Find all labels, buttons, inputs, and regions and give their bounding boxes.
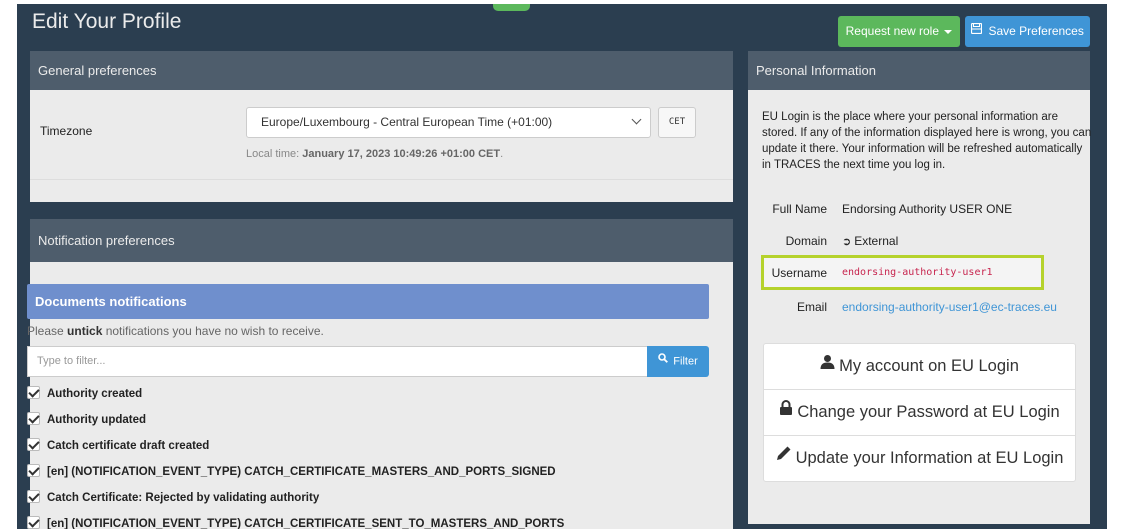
checkbox[interactable]: [27, 412, 40, 426]
timezone-code-button[interactable]: CET: [658, 107, 696, 138]
email-label: Email: [796, 300, 827, 314]
domain-label: Domain: [785, 234, 827, 248]
notification-label: Authority created: [47, 388, 143, 400]
notification-label: Authority updated: [47, 414, 147, 426]
documents-notifications-header[interactable]: Documents notifications: [27, 284, 709, 319]
search-icon: [658, 345, 669, 376]
lock-icon: [779, 388, 793, 433]
checkbox[interactable]: [27, 464, 40, 478]
notification-preferences-heading: Notification preferences: [30, 219, 733, 262]
timezone-select-value: Europe/Luxembourg - Central European Tim…: [261, 115, 553, 129]
change-password-label: Change your Password at EU Login: [797, 403, 1060, 421]
timezone-label: Timezone: [40, 124, 93, 138]
filter-input[interactable]: Type to filter...: [27, 346, 647, 377]
app-window: Edit Your Profile Request new role Save …: [17, 4, 1107, 529]
checkbox[interactable]: [27, 438, 40, 452]
personal-information-heading: Personal Information: [748, 51, 1090, 90]
local-time-prefix: Local time:: [246, 148, 303, 160]
checkbox[interactable]: [27, 386, 40, 400]
pencil-icon: [776, 434, 792, 479]
checkbox[interactable]: [27, 490, 40, 504]
domain-value-wrap: ➲ External: [842, 234, 898, 248]
caret-down-icon: [944, 29, 953, 34]
eu-login-links: My account on EU Login Change your Passw…: [763, 343, 1076, 482]
top-tab-indicator[interactable]: [493, 4, 530, 11]
notification-item[interactable]: [en] (NOTIFICATION_EVENT_TYPE) CATCH_CER…: [27, 514, 564, 529]
notification-label: [en] (NOTIFICATION_EVENT_TYPE) CATCH_CER…: [47, 518, 565, 529]
update-information-label: Update your Information at EU Login: [795, 449, 1064, 467]
save-preferences-label: Save Preferences: [988, 24, 1084, 38]
request-new-role-button[interactable]: Request new role: [838, 16, 960, 47]
eu-login-account-label: My account on EU Login: [839, 357, 1019, 375]
timezone-select[interactable]: Europe/Luxembourg - Central European Tim…: [246, 107, 651, 138]
filter-button-label: Filter: [673, 355, 698, 368]
chevron-down-icon: [631, 114, 642, 125]
checkbox[interactable]: [27, 516, 40, 529]
untick-hint: Please untick notifications you have no …: [27, 324, 324, 338]
filter-button[interactable]: Filter: [647, 346, 709, 377]
notification-label: Catch certificate draft created: [47, 440, 210, 452]
notification-item[interactable]: Catch Certificate: Rejected by validatin…: [27, 488, 319, 508]
request-new-role-label: Request new role: [845, 24, 940, 38]
divider: [30, 179, 733, 180]
general-preferences-heading: General preferences: [30, 51, 733, 90]
page-title: Edit Your Profile: [32, 10, 182, 33]
notification-item[interactable]: [en] (NOTIFICATION_EVENT_TYPE) CATCH_CER…: [27, 462, 556, 482]
notification-label: Catch Certificate: Rejected by validatin…: [47, 492, 320, 504]
username-label: Username: [771, 266, 827, 280]
local-time-value: January 17, 2023 10:49:26 +01:00 CET: [302, 148, 501, 160]
update-information-link[interactable]: Update your Information at EU Login: [763, 435, 1076, 482]
user-icon: [820, 342, 835, 387]
username-value: endorsing-authority-user1: [842, 267, 993, 278]
hint-suffix: notifications you have no wish to receiv…: [102, 324, 324, 338]
hint-prefix: Please: [27, 324, 68, 338]
notification-item[interactable]: Authority created: [27, 384, 142, 404]
external-link-icon: ➲: [842, 236, 852, 248]
full-name-label: Full Name: [772, 202, 827, 216]
notification-item[interactable]: Catch certificate draft created: [27, 436, 209, 456]
hint-bold: untick: [67, 324, 103, 338]
save-icon: [971, 15, 983, 46]
save-preferences-button[interactable]: Save Preferences: [965, 16, 1090, 47]
local-time-text: Local time: January 17, 2023 10:49:26 +0…: [246, 148, 503, 160]
email-link[interactable]: endorsing-authority-user1@ec-traces.eu: [842, 300, 1057, 314]
personal-info-intro: EU Login is the place where your persona…: [762, 111, 1092, 171]
notification-label: [en] (NOTIFICATION_EVENT_TYPE) CATCH_CER…: [47, 466, 556, 478]
full-name-value: Endorsing Authority USER ONE: [842, 202, 1013, 216]
change-password-link[interactable]: Change your Password at EU Login: [763, 389, 1076, 436]
domain-value: External: [854, 234, 899, 248]
notification-item[interactable]: Authority updated: [27, 410, 146, 430]
local-time-suffix: .: [500, 148, 504, 160]
eu-login-account-link[interactable]: My account on EU Login: [763, 343, 1076, 390]
general-preferences-panel: General preferences Timezone Europe/Luxe…: [30, 51, 733, 202]
